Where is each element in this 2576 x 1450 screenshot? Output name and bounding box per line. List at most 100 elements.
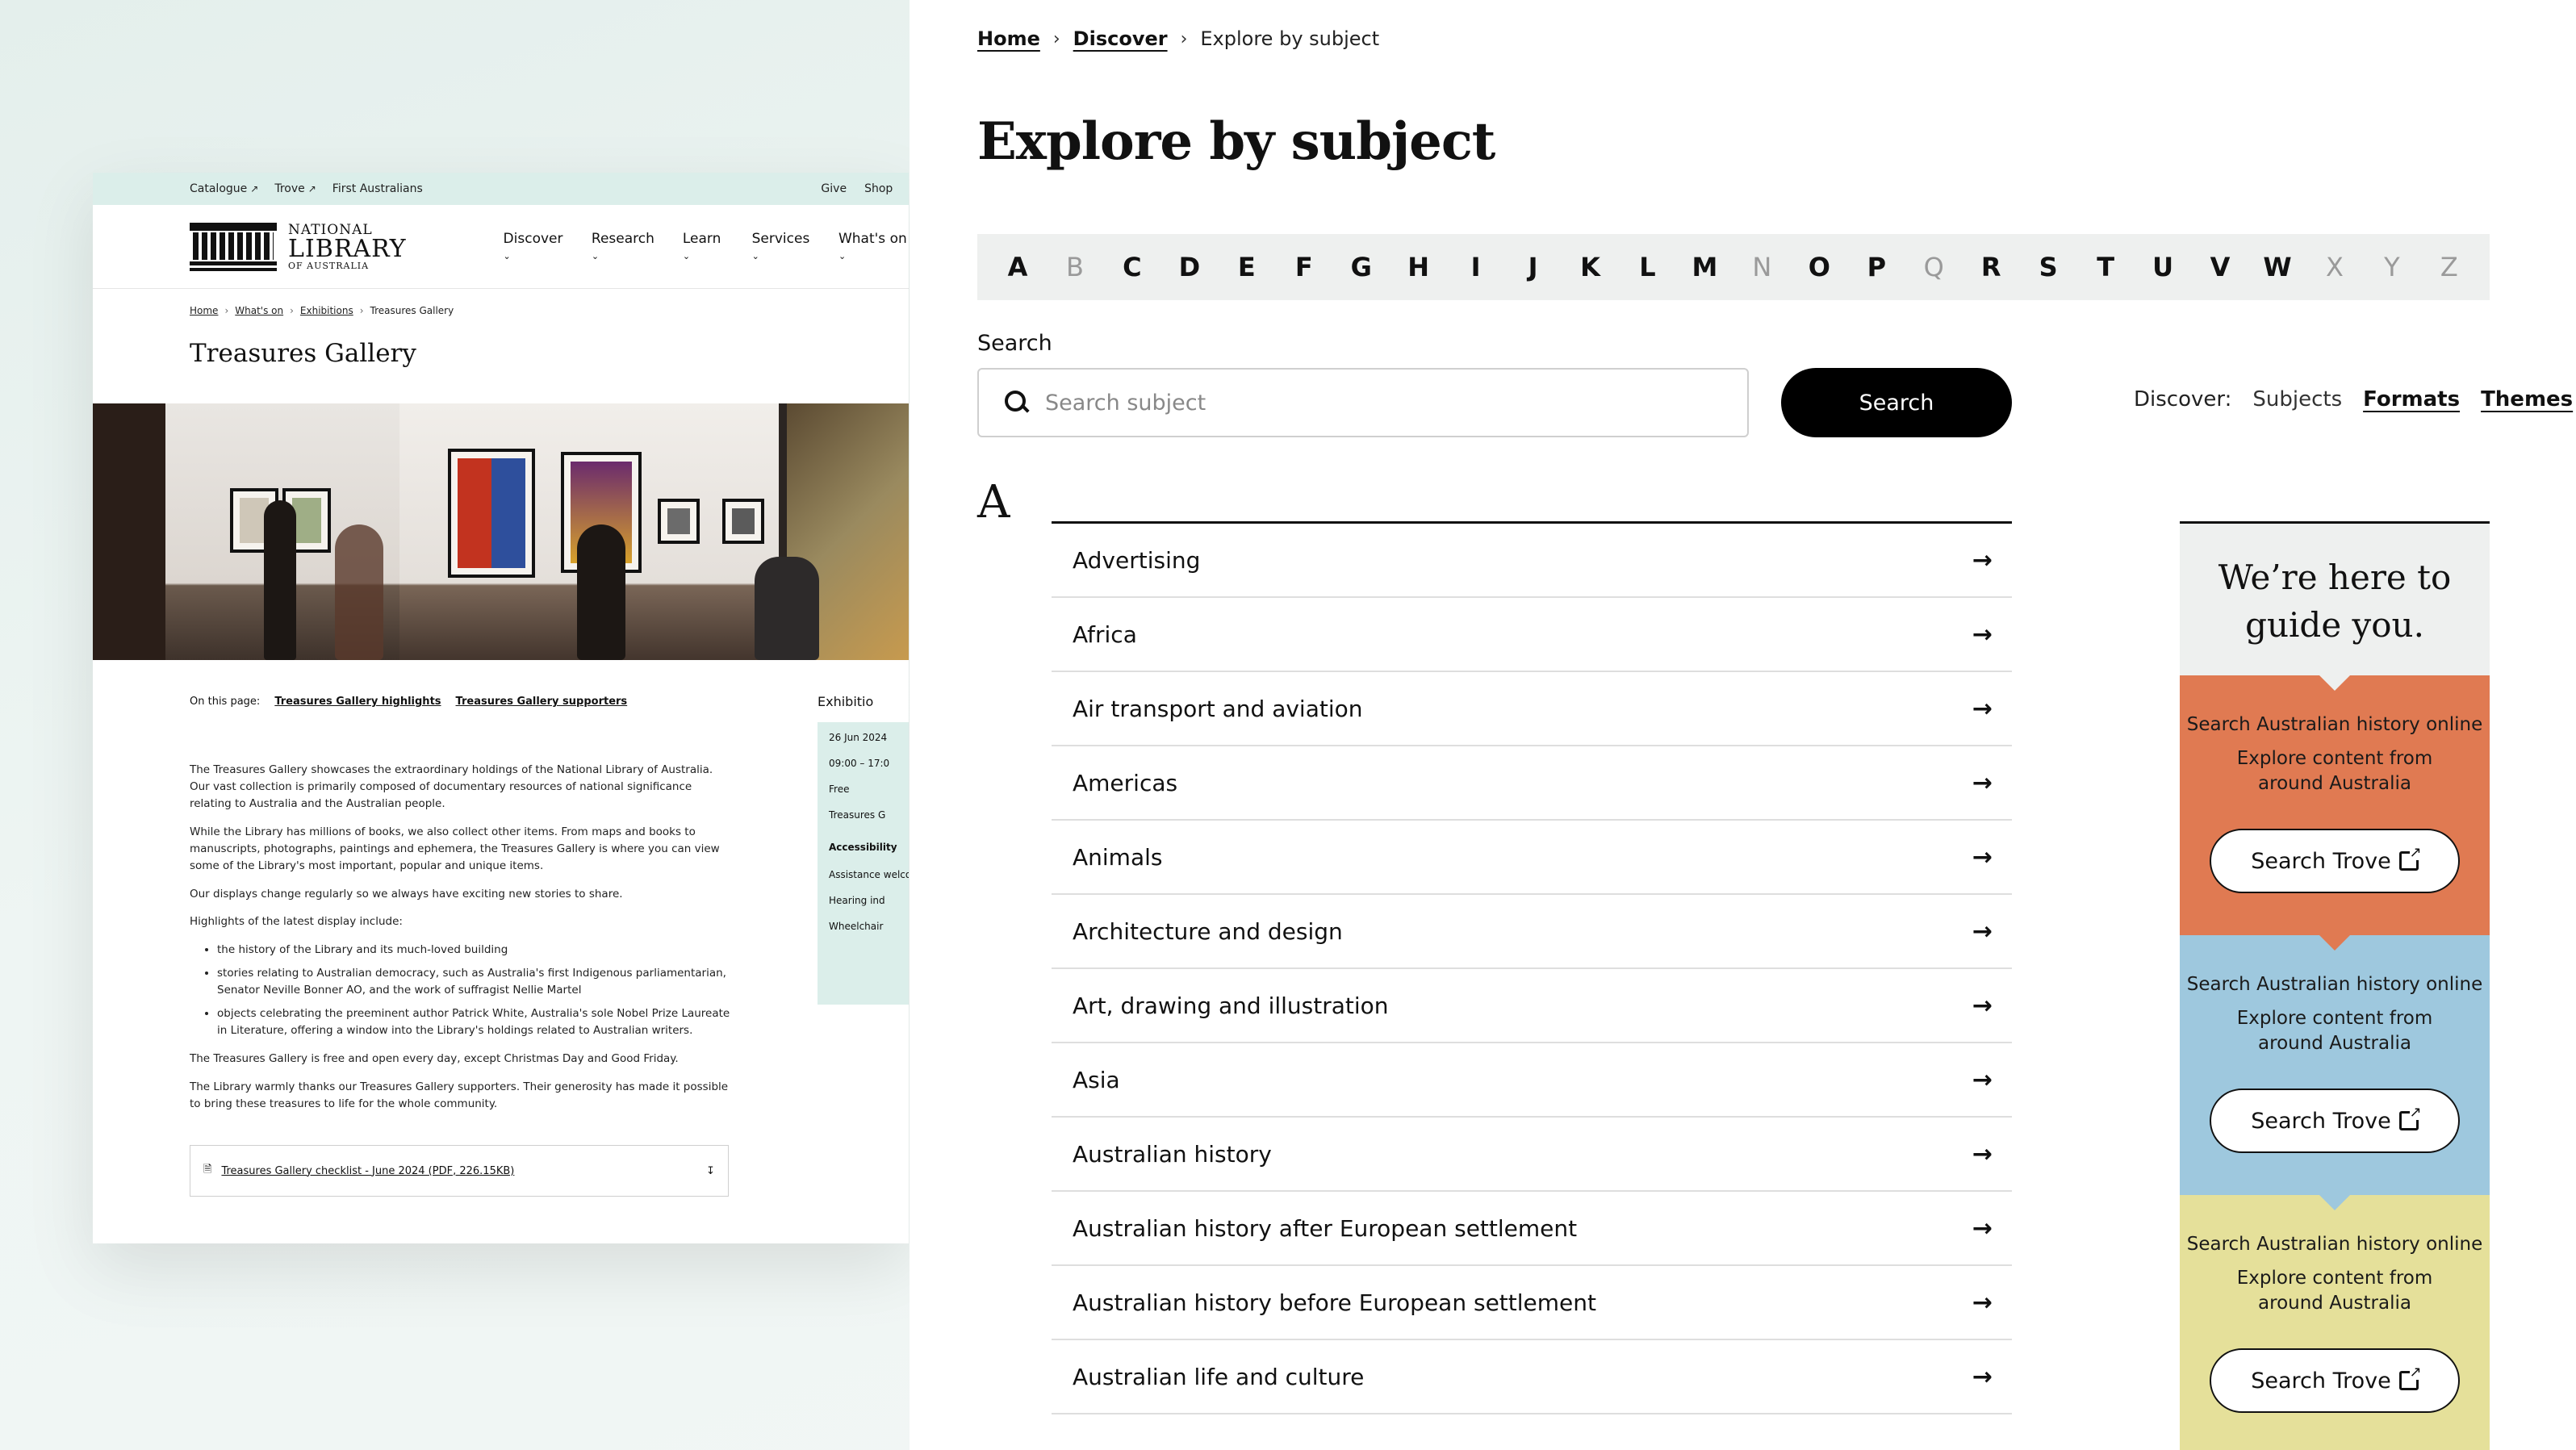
subject-label: Asia xyxy=(1073,1066,1120,1093)
arrow-right-icon: → xyxy=(1972,694,1993,723)
subject-row[interactable]: Architecture and design → xyxy=(1052,895,2012,969)
discover-label: Discover: xyxy=(2134,387,2232,412)
discover-formats[interactable]: Formats xyxy=(2363,387,2460,412)
give-link[interactable]: Give xyxy=(821,182,847,195)
chevron-right-icon: › xyxy=(1180,28,1188,49)
letter-a[interactable]: A xyxy=(1002,252,1034,282)
promo-title: Search Australian history online xyxy=(2186,714,2483,735)
trove-link[interactable]: Trove xyxy=(274,182,316,195)
letter-f[interactable]: F xyxy=(1288,252,1320,282)
subject-row[interactable]: Australian life and culture → xyxy=(1052,1340,2012,1414)
utility-right: Give Shop En xyxy=(821,182,909,195)
body-paragraph: The Treasures Gallery is free and open e… xyxy=(190,1051,679,1065)
letter-k[interactable]: K xyxy=(1574,252,1607,282)
catalogue-link[interactable]: Catalogue xyxy=(190,182,258,195)
subject-row[interactable]: Advertising → xyxy=(1052,524,2012,598)
discover-subjects[interactable]: Subjects xyxy=(2252,387,2342,412)
utility-links: Catalogue Trove First Australians xyxy=(190,182,423,195)
main-nav: Discover Research Learn Services What's … xyxy=(504,231,909,263)
subject-row[interactable]: Art, drawing and illustration → xyxy=(1052,969,2012,1043)
checklist-download[interactable]: 🗎 Treasures Gallery checklist - June 202… xyxy=(190,1145,729,1197)
search-trove-button[interactable]: Search Trove xyxy=(2210,1348,2460,1414)
arrow-right-icon: → xyxy=(1972,842,1993,871)
nla-logo[interactable]: NATIONAL LIBRARY OF AUSTRALIA xyxy=(190,222,407,271)
discover-themes[interactable]: Themes xyxy=(2481,387,2573,412)
letter-d[interactable]: D xyxy=(1173,252,1206,282)
subject-row[interactable]: Air transport and aviation → xyxy=(1052,672,2012,746)
letter-w[interactable]: W xyxy=(2261,252,2294,282)
search-button[interactable]: Search xyxy=(1781,368,2012,437)
letter-h[interactable]: H xyxy=(1403,252,1435,282)
on-this-page-label: On this page: xyxy=(190,696,261,708)
supporters-link[interactable]: Treasures Gallery supporters xyxy=(456,696,628,708)
letter-u[interactable]: U xyxy=(2147,252,2179,282)
letter-i[interactable]: I xyxy=(1460,252,1492,282)
letter-r[interactable]: R xyxy=(1975,252,2007,282)
crumb-whats-on[interactable]: What's on xyxy=(235,305,283,316)
breadcrumb: Home › Discover › Explore by subject xyxy=(977,27,1379,50)
nav-whats-on[interactable]: What's on xyxy=(838,231,909,263)
subject-label: Architecture and design xyxy=(1073,917,1343,945)
hearing-row: Hearing ind xyxy=(829,895,885,906)
promo-title: Search Australian history online xyxy=(2186,974,2483,995)
crumb-exhibitions[interactable]: Exhibitions xyxy=(300,305,353,316)
letter-o[interactable]: O xyxy=(1803,252,1835,282)
external-link-icon xyxy=(2398,846,2422,871)
letter-m[interactable]: M xyxy=(1688,252,1721,282)
crumb-current: Treasures Gallery xyxy=(370,305,454,316)
highlights-link[interactable]: Treasures Gallery highlights xyxy=(274,696,441,708)
subject-label: Australian history xyxy=(1073,1140,1272,1168)
promo-text: Explore content from around Australia xyxy=(2236,748,2433,795)
body-paragraph: Highlights of the latest display include… xyxy=(190,915,403,929)
subject-label: Australian life and culture xyxy=(1073,1363,1365,1390)
letter-e[interactable]: E xyxy=(1231,252,1263,282)
arrow-right-icon: → xyxy=(1972,1214,1993,1243)
letter-c[interactable]: C xyxy=(1116,252,1148,282)
subject-row[interactable]: Africa → xyxy=(1052,598,2012,672)
nav-learn[interactable]: Learn xyxy=(683,231,726,263)
location-row: Treasures G xyxy=(829,809,886,821)
download-icon: ↧ xyxy=(706,1164,715,1177)
letter-l[interactable]: L xyxy=(1631,252,1663,282)
subject-list: Advertising → Africa → Air transport and avi… xyxy=(1052,521,2012,1414)
search-trove-button[interactable]: Search Trove xyxy=(2210,829,2460,894)
breadcrumb-current: Explore by subject xyxy=(1200,27,1380,50)
breadcrumb-home[interactable]: Home xyxy=(977,27,1040,50)
nav-discover[interactable]: Discover xyxy=(504,231,566,263)
letter-p[interactable]: P xyxy=(1860,252,1892,282)
breadcrumb-discover[interactable]: Discover xyxy=(1073,27,1168,50)
search-trove-button[interactable]: Search Trove xyxy=(2210,1089,2460,1154)
letter-t[interactable]: T xyxy=(2089,252,2122,282)
subject-row[interactable]: Australian history before European settl… xyxy=(1052,1266,2012,1340)
promo-text: Explore content from around Australia xyxy=(2236,1268,2433,1314)
external-link-icon xyxy=(2398,1365,2422,1391)
list-item: the history of the Library and its much-… xyxy=(217,942,730,959)
nav-services[interactable]: Services xyxy=(752,231,813,263)
subject-label: Australian history after European settle… xyxy=(1073,1214,1578,1242)
subject-row[interactable]: Asia → xyxy=(1052,1043,2012,1118)
letter-s[interactable]: S xyxy=(2032,252,2064,282)
letter-b: B xyxy=(1065,252,1084,282)
first-australians-link[interactable]: First Australians xyxy=(332,182,423,195)
shop-link[interactable]: Shop xyxy=(864,182,893,195)
trove-promo: Search Australian history online Explore … xyxy=(2180,934,2490,1195)
trove-promo: Search Australian history online Explore … xyxy=(2180,1194,2490,1450)
letter-j[interactable]: J xyxy=(1517,252,1549,282)
subject-row[interactable]: Australian history after European settle… xyxy=(1052,1192,2012,1266)
arrow-right-icon: → xyxy=(1972,1362,1993,1391)
letter-g[interactable]: G xyxy=(1345,252,1378,282)
chevron-right-icon: › xyxy=(1052,28,1060,49)
subject-row[interactable]: Animals → xyxy=(1052,821,2012,895)
promo-title: Search Australian history online xyxy=(2186,1234,2483,1255)
search-input[interactable] xyxy=(1045,390,1747,416)
list-item: stories relating to Australian democracy… xyxy=(217,965,730,999)
nav-research[interactable]: Research xyxy=(592,231,657,263)
crumb-home[interactable]: Home xyxy=(190,305,218,316)
subject-row[interactable]: Americas → xyxy=(1052,746,2012,821)
search-field[interactable] xyxy=(977,368,1749,437)
letter-v[interactable]: V xyxy=(2204,252,2236,282)
guide-heading: We’re here to guide you. xyxy=(2218,558,2452,645)
subject-row[interactable]: Australian history → xyxy=(1052,1118,2012,1192)
subject-label: Air transport and aviation xyxy=(1073,695,1363,722)
promo-stack: Search Australian history online Explore … xyxy=(2180,675,2490,1450)
